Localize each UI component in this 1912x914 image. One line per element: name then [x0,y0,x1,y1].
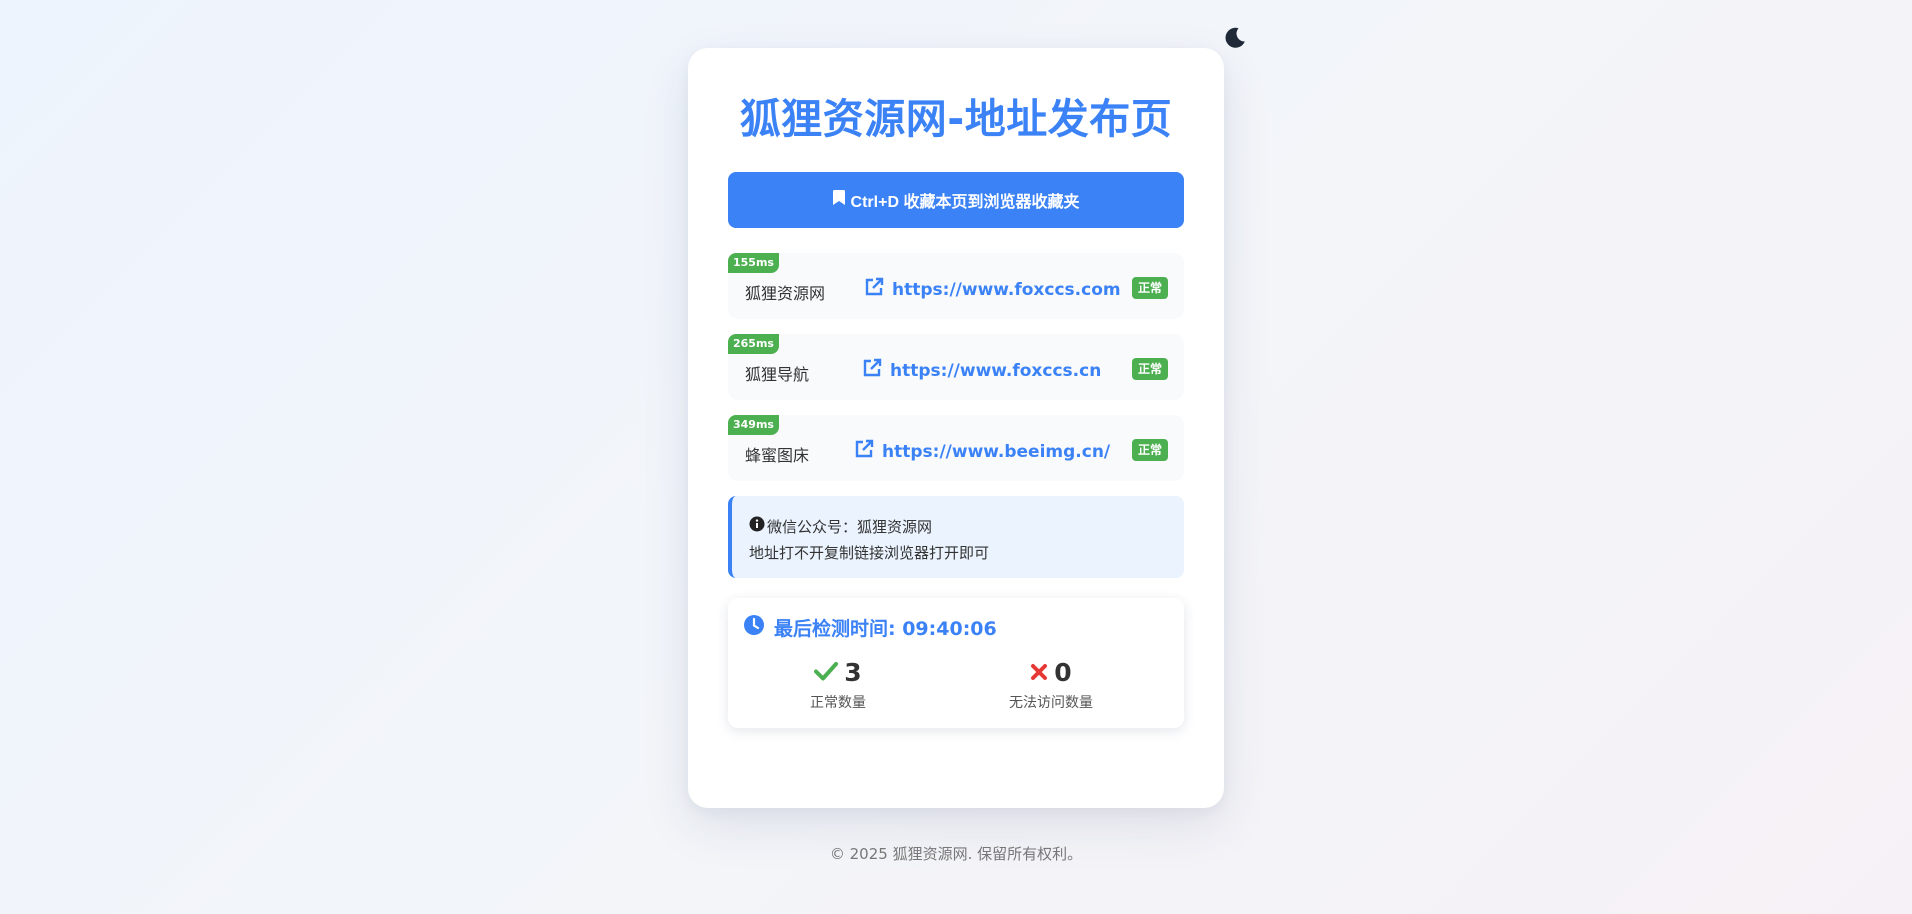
normal-count: 3 [844,658,862,687]
site-link[interactable]: https://www.foxccs.cn [862,358,1101,383]
external-link-icon [864,277,884,302]
moon-icon [1223,26,1247,54]
footer-copyright: © 2025 狐狸资源网. 保留所有权利。 [829,845,1083,863]
check-time-text: 最后检测时间: 09:40:06 [774,618,997,640]
cross-icon [1030,658,1048,688]
clock-icon [744,615,764,640]
site-name: 蜂蜜图床 [745,446,810,465]
latency-badge: 265ms [728,334,779,354]
link-item: 349ms 蜂蜜图床 https://www.beeimg.cn/ 正常 [728,415,1184,481]
status-badge: 正常 [1131,439,1168,461]
check-time: 最后检测时间: 09:40:06 [744,614,997,641]
notice-box: 微信公众号：狐狸资源网 地址打不开复制链接浏览器打开即可 [728,496,1184,578]
site-name: 狐狸资源网 [745,284,826,303]
page-title: 狐狸资源网-地址发布页 [739,95,1173,143]
bookmark-icon [832,190,845,210]
link-item: 265ms 狐狸导航 https://www.foxccs.cn 正常 [728,334,1184,400]
link-item: 155ms 狐狸资源网 https://www.foxccs.com 正常 [728,253,1184,319]
theme-toggle-button[interactable] [1220,25,1250,55]
latency-badge: 349ms [728,415,779,435]
main-card: 狐狸资源网-地址发布页 Ctrl+D 收藏本页到浏览器收藏夹 155ms 狐狸资… [688,48,1224,808]
site-url: https://www.foxccs.cn [890,360,1102,381]
site-link[interactable]: https://www.beeimg.cn/ [854,439,1110,464]
external-link-icon [862,358,882,383]
external-link-icon [854,439,874,464]
site-link[interactable]: https://www.foxccs.com [864,277,1121,302]
failed-count: 0 [1054,658,1072,687]
status-badge: 正常 [1131,277,1168,299]
info-icon [749,514,765,540]
link-list: 155ms 狐狸资源网 https://www.foxccs.com 正常 26… [728,253,1184,481]
notice-line-wechat: 微信公众号：狐狸资源网 [767,518,933,536]
stats-panel: 最后检测时间: 09:40:06 3 正常数量 0 无法访问数量 [728,598,1184,728]
bookmark-button[interactable]: Ctrl+D 收藏本页到浏览器收藏夹 [728,172,1184,228]
site-url: https://www.beeimg.cn/ [882,441,1111,462]
notice-line-tip: 地址打不开复制链接浏览器打开即可 [749,544,990,562]
latency-badge: 155ms [728,253,779,273]
failed-label: 无法访问数量 [1009,695,1093,711]
failed-stat: 0 无法访问数量 [971,658,1131,712]
site-name: 狐狸导航 [745,365,810,384]
bookmark-label: Ctrl+D 收藏本页到浏览器收藏夹 [850,194,1080,211]
site-url: https://www.foxccs.com [892,279,1121,300]
normal-stat: 3 正常数量 [758,658,918,712]
normal-label: 正常数量 [810,695,866,711]
check-icon [814,658,839,688]
status-badge: 正常 [1131,358,1168,380]
